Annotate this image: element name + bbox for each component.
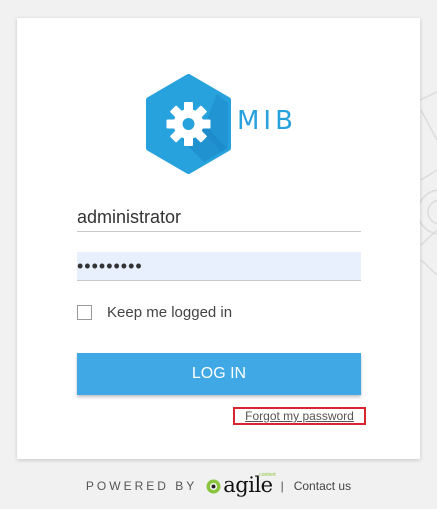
gear-icon	[146, 74, 231, 174]
footer: POWERED BY agile content | Contact us	[0, 466, 437, 506]
login-card: MIB Keep me logged in LOG IN Forgot my p…	[17, 18, 420, 459]
login-button[interactable]: LOG IN	[77, 353, 361, 395]
remember-me-label: Keep me logged in	[107, 303, 233, 321]
footer-separator: |	[280, 479, 284, 493]
username-input[interactable]	[77, 203, 361, 232]
remember-me-checkbox[interactable]	[77, 304, 92, 320]
mib-logo: MIB	[142, 74, 312, 174]
password-input[interactable]	[77, 252, 361, 281]
forgot-password-highlight: Forgot my password	[233, 407, 366, 425]
remember-me-row[interactable]: Keep me logged in	[77, 302, 232, 322]
brand-name: MIB	[237, 106, 297, 136]
contact-us-link[interactable]: Contact us	[294, 479, 351, 493]
agile-logo-subtext: content	[259, 472, 276, 478]
agile-mark-icon	[206, 479, 221, 493]
powered-by-label: POWERED BY	[85, 479, 198, 493]
forgot-password-link[interactable]: Forgot my password	[245, 409, 354, 423]
agile-content-logo[interactable]: agile content	[205, 471, 276, 501]
